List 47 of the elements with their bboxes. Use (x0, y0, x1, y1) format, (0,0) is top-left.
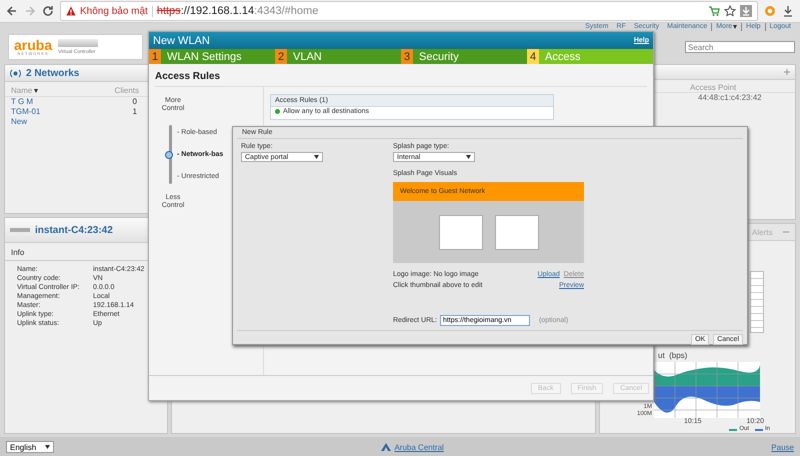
logo-text: aruba (14, 38, 52, 52)
address-bar[interactable]: Không bảo mật https://192.168.1.14:4343/#home (60, 1, 758, 21)
section-heading: Access Rules (155, 64, 647, 87)
warning-icon (66, 6, 76, 16)
circle-icon[interactable] (764, 5, 776, 17)
add-icon[interactable] (784, 69, 790, 75)
network-name[interactable]: TGM-01 (11, 107, 40, 117)
slider-track[interactable] (169, 125, 172, 184)
thumbnail-placeholder[interactable] (438, 214, 482, 250)
network-name[interactable]: T G M (11, 97, 34, 107)
download-icon[interactable] (740, 5, 752, 17)
access-point-value: 44:48:c1:c4:23:42 (697, 93, 763, 102)
panel-title: 2 Networks (26, 68, 80, 78)
wizard-step-tab[interactable]: 2 VLAN (275, 49, 401, 64)
central-link[interactable]: Aruba Central (394, 442, 444, 452)
reload-icon[interactable] (42, 5, 54, 17)
star-icon[interactable] (724, 5, 736, 17)
wizard-step-tab[interactable]: 3 Security (401, 49, 527, 64)
thumbnail-placeholder[interactable] (494, 214, 538, 250)
pause-link[interactable]: Pause (771, 442, 794, 452)
url-text: https://192.168.1.14:4343/#home (156, 5, 318, 17)
controller-image (58, 39, 98, 47)
caret-icon (733, 25, 738, 29)
language-select[interactable]: English (6, 441, 54, 453)
wizard-step-tab[interactable]: 4 Access (527, 49, 653, 64)
wizard-step-tab[interactable]: 1 WLAN Settings (149, 49, 275, 64)
search-field[interactable]: Search (685, 41, 795, 53)
chart-grid-drawing (750, 271, 764, 333)
chart-title: ut (bps) (658, 351, 688, 360)
status-dot-icon (275, 109, 280, 114)
column-header: Clients (114, 86, 139, 95)
panel-title: Alerts (752, 228, 772, 236)
panel-title: instant-C4:23:42 (35, 224, 113, 236)
caret-icon (314, 155, 319, 159)
download-icon[interactable] (782, 5, 794, 17)
slider-handle[interactable] (165, 151, 173, 159)
forward-icon[interactable] (24, 5, 36, 17)
client-count: 1 (132, 107, 137, 117)
cart-icon[interactable] (708, 5, 720, 17)
security-label: Không bảo mật (80, 6, 153, 16)
wireless-icon (10, 68, 21, 78)
caret-icon (45, 445, 50, 449)
caret-icon (466, 155, 471, 159)
back-icon[interactable] (6, 5, 18, 17)
caret-icon (34, 88, 38, 92)
dialog-title: New WLAN (153, 34, 210, 46)
client-count: 0 (132, 97, 137, 107)
